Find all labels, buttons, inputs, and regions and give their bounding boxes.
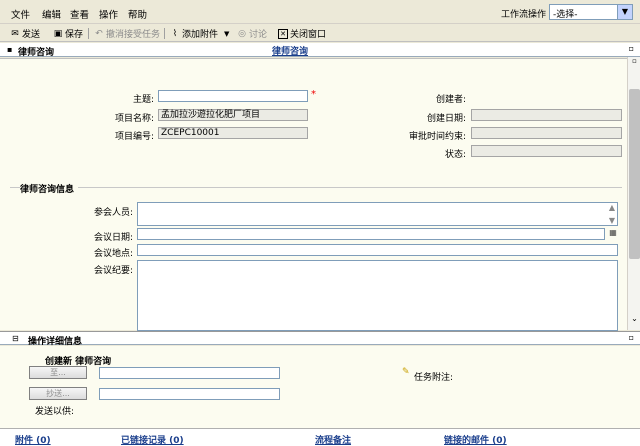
- toolbar-divider: [88, 28, 89, 39]
- menu-help[interactable]: 帮助: [128, 7, 147, 21]
- window-icon[interactable]: ▫: [629, 44, 634, 53]
- close-icon: ✕: [278, 28, 288, 39]
- menu-file[interactable]: 文件: [11, 7, 30, 21]
- caret-down-icon[interactable]: ▼: [224, 30, 229, 38]
- project-name-label: 项目名称:: [114, 114, 154, 124]
- linked-records-link[interactable]: 已链接记录 (0): [121, 433, 184, 446]
- meeting-minutes-label: 会议纪要:: [93, 266, 133, 276]
- workflow-select[interactable]: -选择- ▼: [549, 4, 633, 20]
- procedure-notes-link[interactable]: 流程备注: [315, 433, 351, 446]
- group-divider: [10, 187, 622, 188]
- menu-action[interactable]: 操作: [99, 7, 118, 21]
- workflow-label: 工作流操作: [501, 10, 547, 20]
- approval-deadline-label: 审批时间约束:: [408, 132, 466, 142]
- cc-field[interactable]: [99, 388, 280, 400]
- required-asterisk: *: [311, 89, 316, 100]
- disk-icon: ▣: [53, 28, 63, 39]
- project-code-label: 项目编号:: [114, 132, 154, 142]
- meeting-group-title: 律师咨询信息: [20, 182, 79, 195]
- chat-icon: ◎: [238, 28, 246, 39]
- create-date-label: 创建日期:: [426, 114, 466, 124]
- chevron-down-icon[interactable]: ▼: [617, 5, 632, 19]
- undo-accept-button[interactable]: ↶ 撤消接受任务: [94, 27, 161, 41]
- project-name-field[interactable]: 孟加拉沙遊拉化肥厂项目: [158, 109, 308, 121]
- window-icon[interactable]: ▫: [629, 333, 634, 342]
- form-scrollbar[interactable]: ▫ ⌄: [627, 57, 640, 330]
- save-label: 保存: [65, 30, 84, 40]
- discuss-label: 讨论: [249, 30, 268, 40]
- participants-textarea[interactable]: ▲ ▼: [137, 202, 618, 226]
- meeting-place-label: 会议地点:: [93, 249, 133, 259]
- creator-label: 创建者:: [435, 95, 466, 105]
- linked-mails-link[interactable]: 链接的邮件 (0): [444, 433, 507, 446]
- subject-field[interactable]: [158, 90, 308, 102]
- meeting-date-field[interactable]: [137, 228, 605, 240]
- meeting-date-label: 会议日期:: [93, 233, 133, 243]
- toolbar: ✉ 发送 ▣ 保存 ↶ 撤消接受任务 ⌇ 添加附件 ▼ ◎ 讨论 ✕ 关闭窗口: [0, 25, 640, 42]
- scroll-up-icon[interactable]: ▲: [609, 203, 615, 212]
- to-button[interactable]: 至...: [29, 366, 87, 379]
- subject-label: 主题:: [132, 95, 154, 105]
- to-field[interactable]: [99, 367, 280, 379]
- send-label: 发送: [22, 30, 41, 40]
- window-icon[interactable]: ▫: [629, 57, 640, 67]
- note-icon: ✎: [402, 367, 410, 377]
- create-date-field[interactable]: [471, 109, 622, 121]
- scrollbar-thumb[interactable]: [629, 89, 640, 259]
- menu-view[interactable]: 查看: [70, 7, 89, 21]
- operation-header: ⊟ 操作详细信息 ▫: [0, 331, 640, 347]
- add-attachment-button[interactable]: ⌇ 添加附件 ▼: [170, 27, 230, 41]
- attachments-link[interactable]: 附件 (0): [15, 433, 51, 446]
- operation-area: 创建新 律师咨询 至... 抄送... 发送以供: ✎ 任务附注:: [0, 346, 640, 428]
- main-form: 主题: * 项目名称: 孟加拉沙遊拉化肥厂项目 项目编号: ZCEPC10001…: [0, 58, 627, 331]
- toolbar-divider: [164, 28, 165, 39]
- participants-label: 参会人员:: [93, 208, 133, 218]
- menu-edit[interactable]: 编辑: [42, 7, 61, 21]
- undo-icon: ↶: [95, 28, 103, 39]
- menu-bar: 文件 编辑 查看 操作 帮助 工作流操作 -选择- ▼: [0, 0, 640, 24]
- approval-deadline-field[interactable]: [471, 127, 622, 139]
- envelope-icon: ✉: [11, 28, 19, 39]
- undo-accept-label: 撤消接受任务: [106, 30, 161, 40]
- paperclip-icon: ⌇: [172, 28, 178, 39]
- send-for-label: 发送以供:: [35, 407, 75, 417]
- tab-lawyer-consult[interactable]: 律师咨询: [272, 44, 308, 57]
- status-field[interactable]: [471, 145, 622, 157]
- section-header: ▪ 律师咨询 律师咨询 ▫: [0, 43, 640, 58]
- meeting-place-field[interactable]: [137, 244, 618, 256]
- status-label: 状态:: [444, 150, 466, 160]
- close-window-button[interactable]: ✕ 关闭窗口: [278, 27, 326, 40]
- save-button[interactable]: ▣ 保存: [53, 27, 84, 41]
- bottom-bar: 附件 (0) 已链接记录 (0) 流程备注 链接的邮件 (0): [0, 428, 640, 446]
- add-attachment-label: 添加附件: [182, 30, 219, 40]
- discuss-button[interactable]: ◎ 讨论: [237, 27, 268, 41]
- collapse-icon[interactable]: ▪: [7, 45, 12, 54]
- collapse-icon[interactable]: ⊟: [12, 334, 19, 343]
- scroll-down-icon[interactable]: ▼: [609, 216, 615, 225]
- close-window-label: 关闭窗口: [290, 30, 327, 40]
- cc-button[interactable]: 抄送...: [29, 387, 87, 400]
- send-button[interactable]: ✉ 发送: [10, 27, 41, 41]
- section-title: 律师咨询: [18, 48, 55, 58]
- calendar-icon[interactable]: ▦: [607, 228, 619, 239]
- project-code-field[interactable]: ZCEPC10001: [158, 127, 308, 139]
- task-note-label: 任务附注:: [414, 373, 454, 383]
- meeting-minutes-textarea[interactable]: [137, 260, 618, 331]
- chevron-down-icon[interactable]: ⌄: [629, 314, 640, 324]
- workflow-select-value: -选择-: [553, 10, 578, 20]
